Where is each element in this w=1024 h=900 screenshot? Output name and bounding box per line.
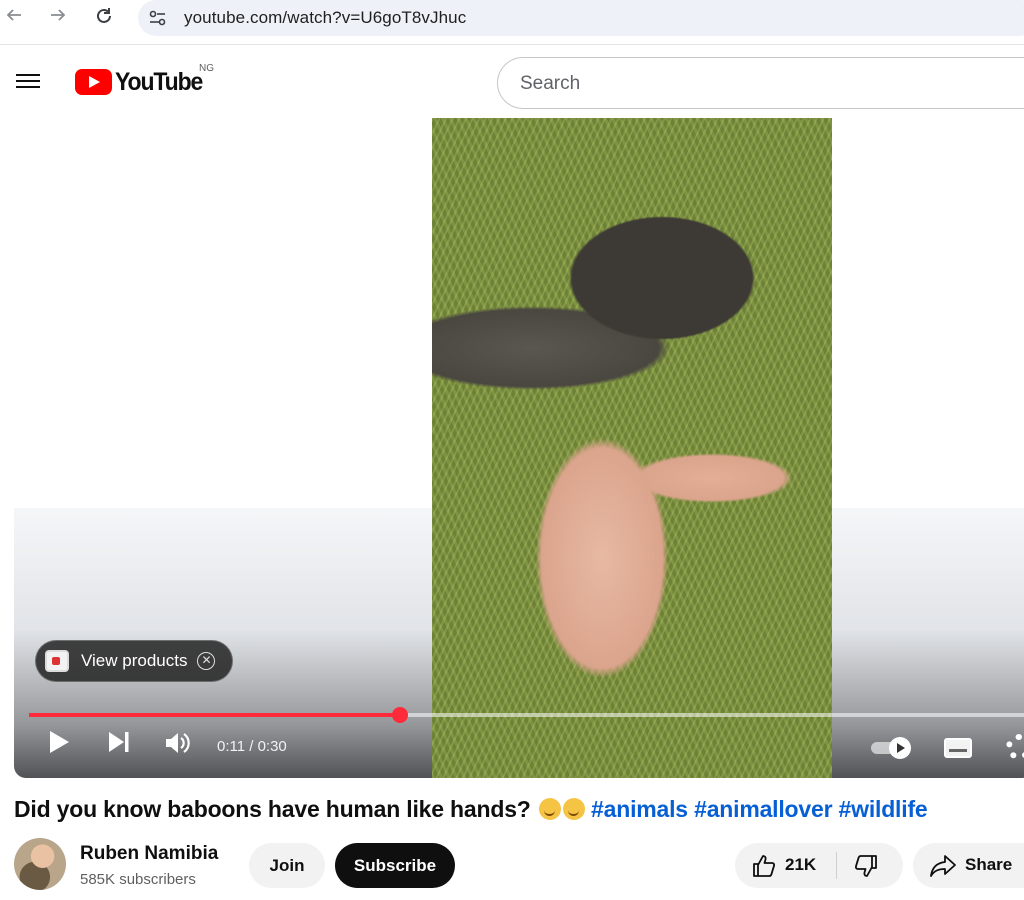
youtube-logo[interactable]: YouTube	[75, 66, 210, 98]
next-icon[interactable]	[106, 730, 132, 754]
url-text[interactable]: youtube.com/watch?v=U6goT8vJhuc	[184, 8, 466, 28]
product-thumbnail-icon	[45, 650, 69, 672]
share-label: Share	[965, 855, 1013, 874]
view-products-chip[interactable]: View products ✕	[35, 640, 233, 682]
video-player[interactable]: View products ✕ 0:11 / 0:30	[14, 118, 1024, 778]
hashtag-link[interactable]: #wildlife	[839, 796, 928, 822]
star-struck-icon	[562, 798, 585, 820]
like-dislike-group: 21K	[735, 843, 903, 888]
search-placeholder: Search	[520, 73, 581, 94]
thumbs-up-icon[interactable]	[751, 853, 777, 879]
thumbs-down-icon[interactable]	[853, 853, 879, 879]
youtube-play-logo-icon	[75, 69, 112, 95]
forward-icon[interactable]	[44, 6, 72, 30]
logo-text: YouTube	[115, 67, 203, 96]
toolbar-divider	[0, 44, 1024, 45]
subscribe-button[interactable]: Subscribe	[335, 843, 455, 888]
address-bar[interactable]: youtube.com/watch?v=U6goT8vJhuc	[138, 0, 1024, 36]
volume-icon[interactable]	[164, 730, 192, 756]
like-count[interactable]: 21K	[785, 855, 816, 875]
smiling-face-with-hearts-icon	[538, 798, 561, 820]
close-icon[interactable]: ✕	[197, 652, 216, 670]
time-display: 0:11 / 0:30	[217, 738, 287, 755]
search-input[interactable]: Search	[497, 57, 1024, 109]
browser-toolbar: youtube.com/watch?v=U6goT8vJhuc	[0, 0, 1024, 40]
subscriber-count: 585K subscribers	[80, 871, 196, 888]
progress-played	[29, 713, 400, 717]
hashtag-link[interactable]: #animallover	[694, 796, 832, 822]
subtitles-icon[interactable]	[944, 738, 972, 758]
play-icon[interactable]	[48, 730, 70, 754]
region-code: NG	[199, 63, 214, 74]
like-divider	[836, 852, 837, 879]
progress-scrubber[interactable]	[392, 707, 408, 723]
video-title: Did you know baboons have human like han…	[14, 796, 928, 823]
hashtag-link[interactable]: #animals	[591, 796, 688, 822]
reload-icon[interactable]	[90, 6, 118, 30]
share-arrow-icon	[929, 853, 957, 879]
progress-bar[interactable]	[29, 707, 1024, 723]
site-info-icon[interactable]	[148, 8, 168, 28]
join-button[interactable]: Join	[249, 843, 325, 888]
title-text: Did you know baboons have human like han…	[14, 796, 531, 822]
back-icon[interactable]	[0, 6, 28, 30]
autoplay-toggle[interactable]	[871, 737, 915, 759]
channel-avatar[interactable]	[14, 838, 66, 890]
menu-icon[interactable]	[16, 70, 42, 94]
share-button[interactable]: Share	[913, 843, 1024, 888]
channel-name[interactable]: Ruben Namibia	[80, 843, 218, 865]
view-products-label: View products	[81, 651, 188, 670]
video-frame[interactable]	[432, 118, 832, 778]
